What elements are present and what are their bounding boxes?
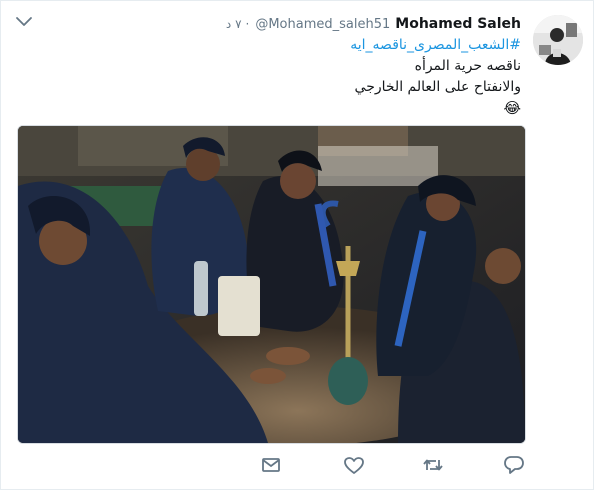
tweet-line-1: ناقصه حرية المرأه	[414, 58, 521, 74]
tweet-card[interactable]: ٧ د · @Mohamed_saleh51 Mohamed Saleh #ال…	[0, 0, 594, 490]
hashtag-link[interactable]: #الشعب_المصرى_ناقصه_ايه	[21, 35, 521, 56]
tweet-photo[interactable]	[17, 125, 526, 444]
avatar[interactable]	[533, 15, 583, 65]
tweet-timestamp[interactable]: ٧ د	[226, 17, 242, 31]
envelope-icon[interactable]	[259, 453, 283, 477]
tweet-line-2: والانفتاح على العالم الخارجي	[354, 79, 521, 95]
photo-image	[18, 126, 525, 443]
tweet-actions	[259, 453, 529, 477]
header-separator: ·	[245, 17, 250, 31]
heart-icon[interactable]	[342, 453, 366, 477]
chevron-down-icon[interactable]	[15, 15, 33, 29]
user-handle[interactable]: @Mohamed_saleh51	[255, 17, 390, 32]
tweet-text: #الشعب_المصرى_ناقصه_ايه ناقصه حرية المرأ…	[21, 35, 521, 119]
retweet-icon[interactable]	[421, 453, 445, 477]
reply-icon[interactable]	[502, 453, 526, 477]
laughing-emoji: 😂	[503, 99, 521, 117]
tweet-header: ٧ د · @Mohamed_saleh51 Mohamed Saleh	[226, 13, 521, 35]
user-display-name[interactable]: Mohamed Saleh	[395, 16, 521, 32]
avatar-image	[533, 15, 583, 65]
